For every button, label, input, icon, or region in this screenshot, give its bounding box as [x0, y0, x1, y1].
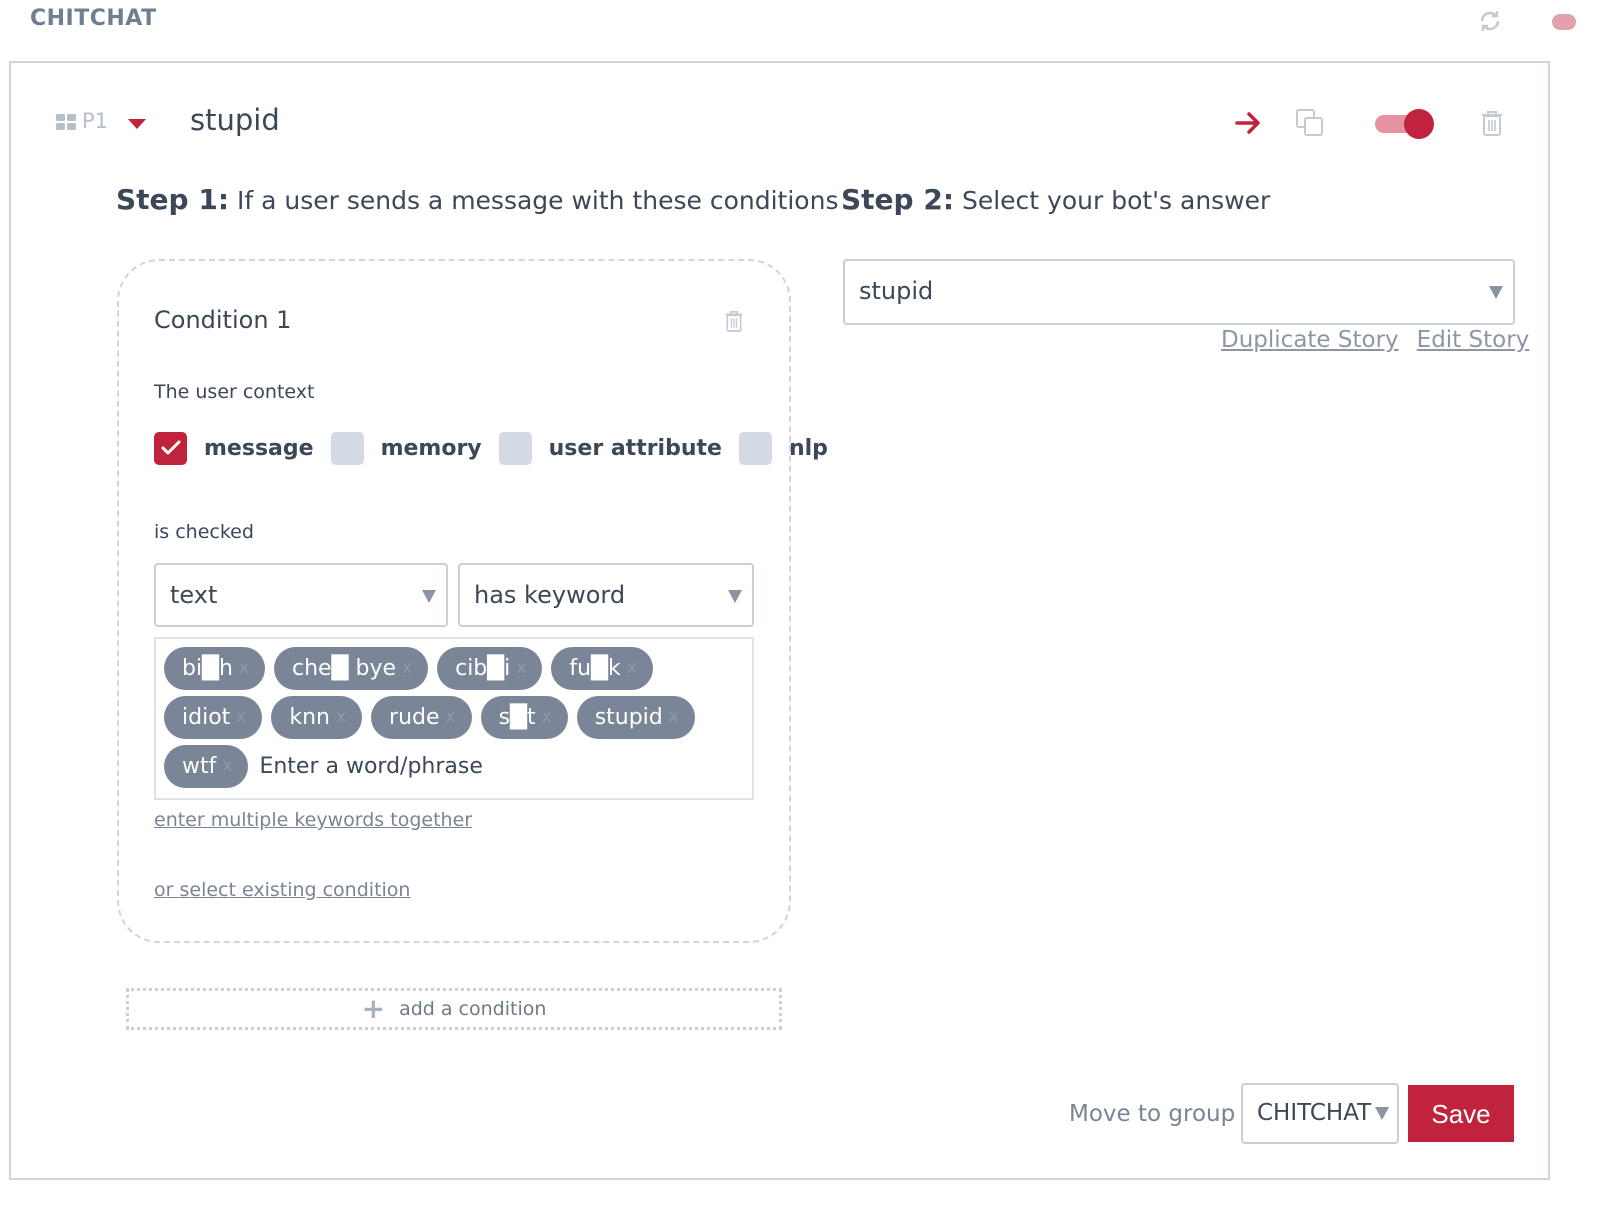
keyword-tag-text: fu█k: [569, 656, 621, 681]
keyword-remove-icon[interactable]: x: [236, 696, 246, 739]
keyword-tags-input[interactable]: bi█h x che█ bye x cib█i x fu█k x idiot x knn x rude x…: [154, 637, 754, 800]
checkbox-message[interactable]: [154, 431, 187, 465]
checkbox-label-message: message: [204, 435, 314, 461]
copy-icon[interactable]: [1295, 108, 1325, 142]
grid-icon[interactable]: [56, 114, 76, 135]
group-select[interactable]: CHITCHAT: [1241, 1083, 1399, 1144]
step1-title: Step 1: If a user sends a message with t…: [116, 183, 838, 216]
checkbox-label-nlp: nlp: [788, 435, 828, 461]
caret-down-icon: [728, 590, 742, 603]
step1-label: Step 1:: [116, 183, 230, 216]
keyword-tag: fu█k x: [551, 647, 653, 690]
keyword-remove-icon[interactable]: x: [239, 647, 249, 690]
priority-label[interactable]: P1: [82, 109, 108, 133]
trash-icon[interactable]: [1480, 109, 1504, 141]
keyword-tag: idiot x: [164, 696, 263, 739]
caret-down-icon[interactable]: [128, 119, 146, 129]
answer-select[interactable]: stupid: [843, 259, 1515, 325]
keyword-remove-icon[interactable]: x: [222, 745, 232, 788]
keyword-tag-text: bi█h: [182, 656, 233, 681]
keyword-remove-icon[interactable]: x: [516, 647, 526, 690]
duplicate-story-link[interactable]: Duplicate Story: [1221, 327, 1399, 353]
step2-title: Step 2: Select your bot's answer: [841, 183, 1270, 216]
plus-icon: +: [361, 992, 386, 1025]
enabled-toggle[interactable]: [1375, 109, 1434, 139]
keyword-tag-text: rude: [389, 705, 440, 730]
caret-down-icon: [1489, 286, 1503, 299]
edit-story-link[interactable]: Edit Story: [1417, 327, 1530, 353]
group-select-value: CHITCHAT: [1257, 1100, 1372, 1126]
group-title: CHITCHAT: [30, 6, 157, 31]
story-header: P1 stupid: [11, 63, 1548, 183]
refresh-icon[interactable]: [1478, 9, 1502, 37]
multiple-keywords-link[interactable]: enter multiple keywords together: [154, 809, 472, 831]
keyword-tag-text: idiot: [182, 705, 231, 730]
keyword-tag-text: knn: [289, 705, 330, 730]
answer-select-value: stupid: [859, 277, 934, 305]
keyword-remove-icon[interactable]: x: [669, 696, 679, 739]
step2-label: Step 2:: [841, 183, 955, 216]
toggle-knob: [1404, 109, 1434, 139]
story-name[interactable]: stupid: [190, 103, 280, 137]
field-select-value: text: [170, 581, 218, 609]
add-condition-label: add a condition: [399, 998, 547, 1020]
context-checkboxes: message memory user attribute nlp: [154, 431, 845, 465]
keyword-tag: knn x: [271, 696, 363, 739]
step1-text: If a user sends a message with these con…: [236, 186, 839, 215]
keyword-tag: wtf x: [164, 745, 249, 788]
condition-card: Condition 1 The user context message mem…: [117, 259, 828, 943]
trash-icon[interactable]: [724, 309, 744, 337]
keyword-tag-text: che█ bye: [292, 656, 397, 681]
keyword-remove-icon[interactable]: x: [402, 647, 412, 690]
operator-select[interactable]: has keyword: [458, 563, 754, 627]
keyword-tag-text: s█t: [498, 705, 536, 730]
caret-down-icon: [1375, 1107, 1389, 1120]
existing-condition-link[interactable]: or select existing condition: [154, 879, 410, 901]
field-select[interactable]: text: [154, 563, 448, 627]
keyword-tag-text: cib█i: [455, 656, 511, 681]
keyword-tag: rude x: [371, 696, 472, 739]
keyword-input[interactable]: [257, 745, 558, 788]
edge-dot: [1552, 14, 1576, 30]
operator-select-value: has keyword: [474, 581, 626, 609]
keyword-tag-text: wtf: [182, 754, 217, 779]
checkmark-icon: [161, 440, 180, 455]
move-to-group-label: Move to group: [1069, 1101, 1236, 1127]
keyword-tag: cib█i x: [437, 647, 543, 690]
is-checked-label: is checked: [154, 521, 254, 543]
keyword-remove-icon[interactable]: x: [336, 696, 346, 739]
add-condition-button[interactable]: + add a condition: [126, 988, 782, 1030]
keyword-tag-text: stupid: [594, 705, 663, 730]
checkbox-memory[interactable]: [330, 431, 364, 465]
keyword-remove-icon[interactable]: x: [446, 696, 456, 739]
step2-text: Select your bot's answer: [961, 186, 1271, 215]
keyword-remove-icon[interactable]: x: [627, 647, 637, 690]
condition-title: Condition 1: [154, 306, 292, 334]
checkbox-user-attribute[interactable]: [498, 431, 532, 465]
arrow-right-icon[interactable]: [1234, 109, 1262, 141]
keyword-tag: bi█h x: [164, 647, 266, 690]
story-links: Duplicate Story Edit Story: [1221, 327, 1529, 353]
save-button[interactable]: Save: [1408, 1085, 1514, 1142]
story-panel: P1 stupid Step 1: If a user sends a mess…: [9, 61, 1550, 1180]
keyword-tag: s█t x: [480, 696, 568, 739]
context-label: The user context: [154, 381, 315, 403]
keyword-remove-icon[interactable]: x: [542, 696, 552, 739]
keyword-tag: che█ bye x: [274, 647, 429, 690]
keyword-tag: stupid x: [576, 696, 695, 739]
checkbox-label-memory: memory: [380, 435, 482, 461]
caret-down-icon: [422, 590, 436, 603]
checkbox-label-user-attribute: user attribute: [548, 435, 722, 461]
checkbox-nlp[interactable]: [738, 431, 772, 465]
